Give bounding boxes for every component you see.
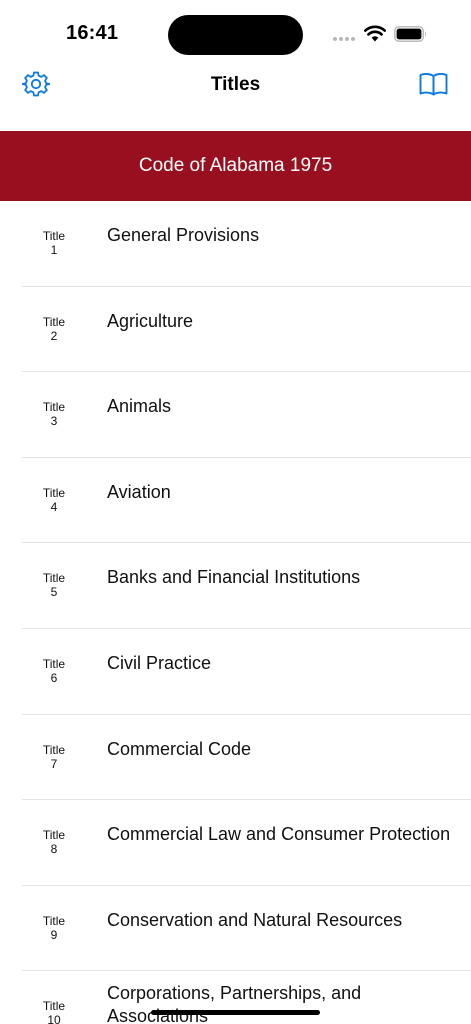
banner-title: Code of Alabama 1975 — [138, 155, 333, 176]
title-label: Title — [42, 571, 66, 586]
title-row[interactable]: Title 8 Commercial Law and Consumer Prot… — [0, 800, 471, 886]
title-name: Agriculture — [107, 310, 194, 331]
title-number: Title 4 — [22, 486, 86, 514]
title-number: Title 1 — [22, 229, 86, 257]
title-number-value: 9 — [50, 927, 58, 942]
title-number-value: 6 — [50, 670, 58, 685]
title-number-value: 8 — [50, 842, 58, 857]
page-title: Titles — [210, 74, 261, 95]
title-number-value: 2 — [50, 328, 58, 343]
title-number: Title 9 — [22, 914, 86, 942]
title-number-value: 3 — [50, 414, 58, 429]
dynamic-island — [168, 15, 303, 55]
screen: 16:41 Titles Code of Alabama 1975 Title … — [0, 0, 471, 1024]
title-number-value: 4 — [50, 499, 58, 514]
title-number-value: 10 — [47, 1013, 61, 1024]
title-name: Aviation — [107, 481, 171, 502]
wifi-icon — [364, 25, 386, 42]
title-name: Banks and Financial Institutions — [107, 567, 361, 588]
titles-list: Title 1 General Provisions Title 2 Agric… — [0, 201, 471, 1024]
navigation-bar: Titles — [0, 64, 471, 131]
title-number: Title 2 — [22, 315, 86, 343]
title-number: Title 3 — [22, 400, 86, 428]
title-row[interactable]: Title 3 Animals — [0, 372, 471, 458]
title-number-value: 7 — [50, 756, 58, 771]
status-time: 16:41 — [66, 22, 119, 44]
title-number: Title 7 — [22, 743, 86, 771]
title-name: Conservation and Natural Resources — [107, 909, 403, 930]
title-name: Corporations, Partnerships, and Associat… — [107, 983, 362, 1024]
title-name: Commercial Code — [107, 738, 252, 759]
title-name: Commercial Law and Consumer Protection — [107, 824, 451, 845]
title-label: Title — [42, 656, 66, 671]
title-label: Title — [42, 999, 66, 1014]
title-label: Title — [42, 913, 66, 928]
cellular-signal-icon — [333, 37, 355, 41]
title-row[interactable]: Title 6 Civil Practice — [0, 629, 471, 715]
title-row[interactable]: Title 1 General Provisions — [0, 201, 471, 287]
title-number-value: 1 — [50, 243, 58, 257]
home-indicator[interactable] — [151, 1010, 320, 1015]
title-label: Title — [42, 400, 66, 415]
title-label: Title — [42, 314, 66, 329]
title-number: Title 10 — [22, 999, 86, 1024]
title-number-value: 5 — [50, 585, 58, 600]
title-row[interactable]: Title 10 Corporations, Partnerships, and… — [0, 971, 471, 1024]
title-number: Title 8 — [22, 828, 86, 856]
book-icon[interactable] — [419, 72, 448, 96]
title-row[interactable]: Title 7 Commercial Code — [0, 715, 471, 801]
title-row[interactable]: Title 2 Agriculture — [0, 287, 471, 373]
title-label: Title — [42, 229, 66, 243]
title-number: Title 6 — [22, 657, 86, 685]
title-label: Title — [42, 485, 66, 500]
title-label: Title — [42, 828, 66, 843]
status-bar: 16:41 — [0, 0, 471, 64]
title-label: Title — [42, 742, 66, 757]
title-row[interactable]: Title 5 Banks and Financial Institutions — [0, 543, 471, 629]
battery-icon — [394, 26, 427, 42]
title-name: Animals — [107, 396, 172, 417]
code-banner: Code of Alabama 1975 — [0, 131, 471, 201]
title-row[interactable]: Title 4 Aviation — [0, 458, 471, 544]
title-name: Civil Practice — [107, 652, 212, 673]
title-name: General Provisions — [107, 225, 260, 245]
title-row[interactable]: Title 9 Conservation and Natural Resourc… — [0, 886, 471, 972]
title-number: Title 5 — [22, 571, 86, 599]
